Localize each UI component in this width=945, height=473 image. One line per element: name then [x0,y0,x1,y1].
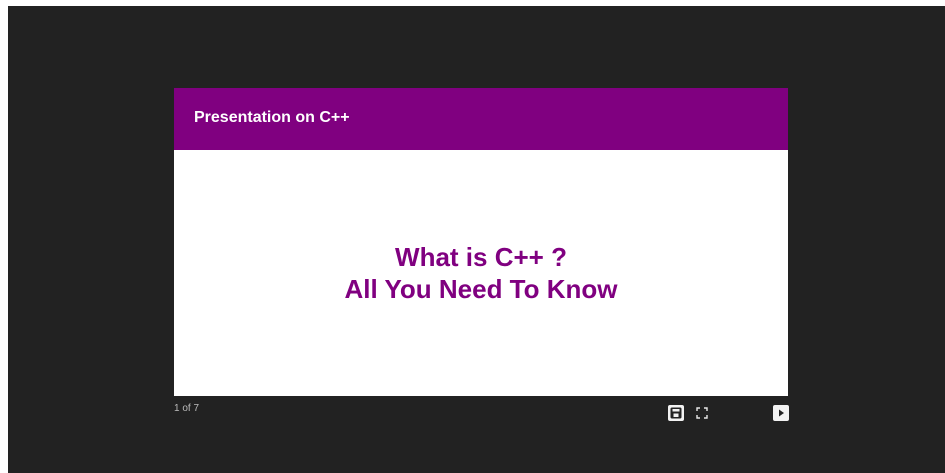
slide-header: Presentation on C++ [174,88,788,150]
save-button[interactable] [668,405,684,421]
fullscreen-button[interactable] [694,405,710,421]
page-counter: 1 of 7 [174,403,200,414]
save-icon [670,407,682,419]
slide: Presentation on C++ What is C++ ? All Yo… [174,88,788,396]
fullscreen-icon [696,407,708,419]
slide-body: What is C++ ? All You Need To Know [174,150,788,396]
slide-title-line-1: What is C++ ? [395,242,567,272]
next-slide-icon [776,408,786,418]
slide-viewer: Presentation on C++ What is C++ ? All Yo… [8,6,945,473]
next-slide-button[interactable] [773,405,789,421]
slide-title-line-2: All You Need To Know [344,274,618,304]
slide-header-title: Presentation on C++ [194,109,350,126]
